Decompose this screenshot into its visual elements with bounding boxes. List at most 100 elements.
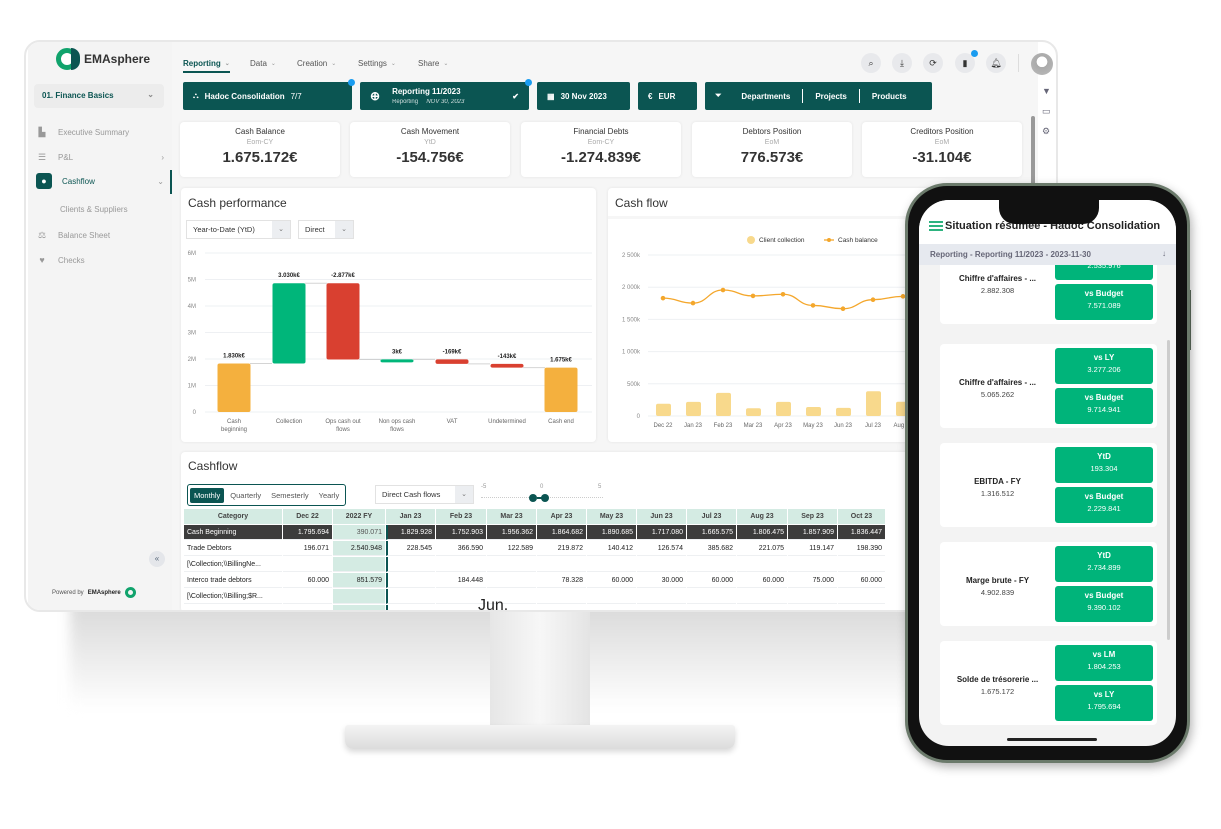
kpi-card-name: Marge brute - FY (965, 576, 1030, 585)
arrow-down-icon: ↓ (1162, 249, 1166, 258)
x-tick-label: flows (390, 427, 404, 433)
comparison-value: 9.714.941 (1087, 405, 1121, 414)
waterfall-bar (380, 359, 414, 363)
kpi-card-name: Solde de trésorerie ... (956, 675, 1039, 684)
x-tick-label: beginning (221, 427, 247, 433)
kpi-card-value: 1.316.512 (980, 489, 1015, 498)
kpi-card-value: 1.675.172 (980, 687, 1015, 696)
cash-balance-point (780, 291, 786, 297)
y-tick-label: 0 (193, 410, 197, 416)
collection-bar (806, 406, 821, 416)
y-tick-label: 3M (188, 331, 196, 337)
comparison-label: vs Budget (1084, 393, 1124, 402)
comparison-value: 1.795.694 (1087, 702, 1121, 711)
comparison-label: YtD (1097, 452, 1111, 461)
data-label: -143k€ (498, 354, 517, 360)
legend-label: Cash balance (838, 237, 878, 244)
waterfall-chart: 0 1M 2M 3M 4M 5M 6M 1.830k€ Cash beginning 3.030k€… (188, 251, 592, 433)
collection-bar (836, 407, 851, 416)
comparison-value: 9.390.102 (1087, 603, 1121, 612)
waterfall-bar (326, 283, 360, 360)
data-label: 1.830k€ (223, 354, 245, 360)
x-tick-label: May 23 (803, 423, 823, 429)
y-tick-label: 1 000k (622, 350, 641, 356)
collection-bar (716, 392, 731, 416)
x-tick-label: Cash (227, 419, 241, 425)
cash-balance-point (750, 293, 756, 299)
phone-subtitle: Reporting - Reporting 11/2023 - 2023-11-… (930, 250, 1091, 259)
data-label: -169k€ (443, 349, 462, 355)
comparison-box[interactable]: vs LY 1.795.694 (1055, 685, 1153, 721)
comparison-value: 1.804.253 (1087, 662, 1121, 671)
collection-bar (746, 408, 761, 416)
x-tick-label: Dec 22 (653, 423, 673, 429)
kpi-card[interactable]: EBITDA - FY 1.316.512 YtD 193.304 vs Budget 2… (940, 443, 1157, 527)
comparison-value: 2.734.899 (1087, 563, 1121, 572)
comparison-box[interactable]: vs Budget 9.390.102 (1055, 586, 1153, 622)
phone-report-bar[interactable]: Reporting - Reporting 11/2023 - 2023-11-… (919, 244, 1176, 265)
y-tick-label: 5M (188, 278, 196, 284)
x-tick-label: Non ops cash (379, 419, 416, 425)
cash-balance-point (720, 287, 726, 293)
comparison-box[interactable]: YtD 2.734.899 (1055, 546, 1153, 582)
comparison-value: 193.304 (1090, 464, 1118, 473)
y-tick-label: 500k (627, 382, 641, 388)
overlay-text: Jun. (478, 597, 509, 614)
kpi-card[interactable]: Solde de trésorerie ... 1.675.172 vs LM 1.8… (940, 641, 1157, 725)
y-tick-label: 2M (188, 357, 196, 363)
menu-icon[interactable] (929, 221, 943, 231)
cash-balance-point (810, 303, 816, 308)
comparison-box[interactable]: vs LY 3.277.206 (1055, 348, 1153, 384)
kpi-card-value: 4.902.839 (980, 588, 1015, 597)
comparison-value: 7.571.089 (1087, 301, 1121, 310)
x-tick-label: Ops cash out (325, 419, 361, 425)
x-tick-label: Cash end (548, 419, 574, 425)
comparison-label: vs Budget (1084, 591, 1124, 600)
y-tick-label: 2 000k (622, 285, 641, 291)
phone-screen: Chiffre d'affaires - ... 2.882.308 vs LY 2.… (919, 200, 1176, 746)
data-label: -2.877k€ (331, 273, 355, 279)
kpi-card-name: Chiffre d'affaires - ... (958, 378, 1037, 387)
y-tick-label: 2 500k (622, 253, 641, 259)
phone-scrollbar[interactable] (1167, 340, 1170, 640)
phone: Chiffre d'affaires - ... 2.882.308 vs LY 2.… (905, 183, 1190, 763)
waterfall-bar (272, 283, 306, 364)
legend-marker-collection (747, 236, 755, 244)
x-tick-label: Jul 23 (865, 423, 882, 429)
comparison-label: vs Budget (1084, 289, 1124, 298)
comparison-box[interactable]: vs Budget 9.714.941 (1055, 388, 1153, 424)
kpi-card-value: 2.882.308 (980, 286, 1015, 295)
comparison-box[interactable]: vs LM 1.804.253 (1055, 645, 1153, 681)
comparison-label: YtD (1097, 551, 1111, 560)
y-tick-label: 0 (637, 414, 641, 420)
legend-label: Client collection (759, 237, 805, 244)
x-tick-label: Undetermined (488, 419, 526, 425)
comparison-label: vs LM (1092, 650, 1116, 659)
waterfall-bar (544, 367, 578, 412)
kpi-card[interactable]: Chiffre d'affaires - ... 5.065.262 vs LY 3.… (940, 344, 1157, 428)
comparison-label: vs LY (1093, 690, 1115, 699)
collection-bar (866, 391, 881, 416)
x-tick-label: Mar 23 (744, 423, 763, 429)
kpi-card[interactable]: Marge brute - FY 4.902.839 YtD 2.734.899 vs … (940, 542, 1157, 626)
kpi-card-name: EBITDA - FY (974, 477, 1021, 486)
x-tick-label: Jan 23 (684, 423, 703, 429)
comparison-value: 2.229.841 (1087, 504, 1121, 513)
cash-flow-chart: 0 500k 1 000k 1 500k 2 000k 2 500k Dec 22 Jan 2… (622, 236, 913, 429)
data-label: 1.675k€ (550, 358, 572, 364)
comparison-box[interactable]: vs Budget 2.229.841 (1055, 487, 1153, 523)
y-tick-label: 6M (188, 251, 196, 257)
waterfall-bar (435, 359, 469, 364)
comparison-box[interactable]: YtD 193.304 (1055, 447, 1153, 483)
cash-balance-point (840, 306, 846, 312)
x-tick-label: Jun 23 (834, 423, 853, 429)
comparison-box[interactable]: vs Budget 7.571.089 (1055, 284, 1153, 320)
collection-bar (686, 401, 701, 416)
collection-bar (656, 403, 671, 416)
cash-balance-point (870, 297, 876, 302)
comparison-value: 3.277.206 (1087, 365, 1121, 374)
y-tick-label: 4M (188, 304, 196, 310)
phone-notch (999, 200, 1099, 224)
x-tick-label: flows (336, 427, 350, 433)
comparison-label: vs LY (1093, 353, 1115, 362)
